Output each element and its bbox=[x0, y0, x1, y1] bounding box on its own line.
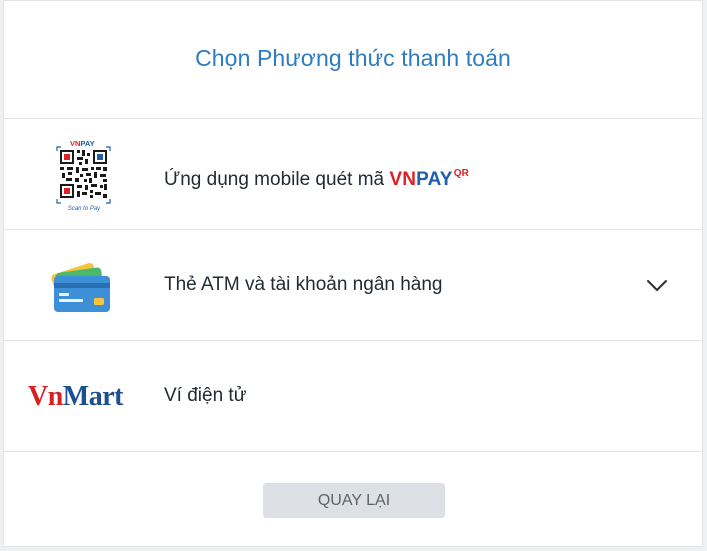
caption-vn: VN bbox=[70, 139, 80, 148]
vnmart-logo-vn: Vn bbox=[28, 381, 63, 412]
chevron-down-icon[interactable] bbox=[646, 274, 668, 296]
vnmart-logo-mart: Mart bbox=[62, 381, 124, 412]
vnmart-logo: VnMart bbox=[28, 377, 123, 417]
payment-method-panel: Chọn Phương thức thanh toán VNPAY Scan t… bbox=[3, 0, 703, 547]
back-button[interactable]: QUAY LẠI bbox=[263, 483, 445, 518]
vnpay-qr-caption-bottom: Scan to Pay bbox=[68, 206, 101, 212]
vnpay-qr-caption-top: VNPAY bbox=[70, 139, 95, 148]
payment-option-vnpay-qr[interactable]: VNPAY Scan to Pay Ứng dụng mobile quét m… bbox=[4, 119, 702, 229]
payment-option-atm-bank[interactable]: Thẻ ATM và tài khoản ngân hàng bbox=[4, 230, 702, 340]
vnpay-qr-icon-graphic: VNPAY Scan to Pay bbox=[56, 139, 111, 212]
divider bbox=[4, 451, 702, 452]
vnpay-qr-label-text: Ứng dụng mobile quét mã bbox=[164, 169, 385, 190]
vnpay-brand: VNPAYQR bbox=[389, 168, 470, 190]
atm-bank-label: Thẻ ATM và tài khoản ngân hàng bbox=[164, 274, 443, 295]
vnpay-brand-pay: PAY bbox=[416, 169, 453, 190]
qr-code bbox=[60, 150, 107, 198]
bank-cards-icon-graphic bbox=[51, 262, 110, 312]
vnmart-wallet-label: Ví điện tử bbox=[164, 385, 247, 406]
card-stack bbox=[51, 262, 110, 312]
payment-option-vnmart-wallet[interactable]: VnMart Ví điện tử bbox=[4, 341, 702, 451]
vnpay-qr-label: Ứng dụng mobile quét mã VNPAYQR bbox=[164, 119, 469, 229]
bank-cards-icon bbox=[44, 248, 119, 323]
vnpay-brand-vn: VN bbox=[389, 169, 417, 190]
vnpay-brand-qr: QR bbox=[453, 168, 470, 179]
caption-pay: PAY bbox=[80, 139, 94, 148]
vnpay-qr-icon: VNPAY Scan to Pay bbox=[44, 137, 119, 212]
page-title: Chọn Phương thức thanh toán bbox=[195, 45, 511, 71]
